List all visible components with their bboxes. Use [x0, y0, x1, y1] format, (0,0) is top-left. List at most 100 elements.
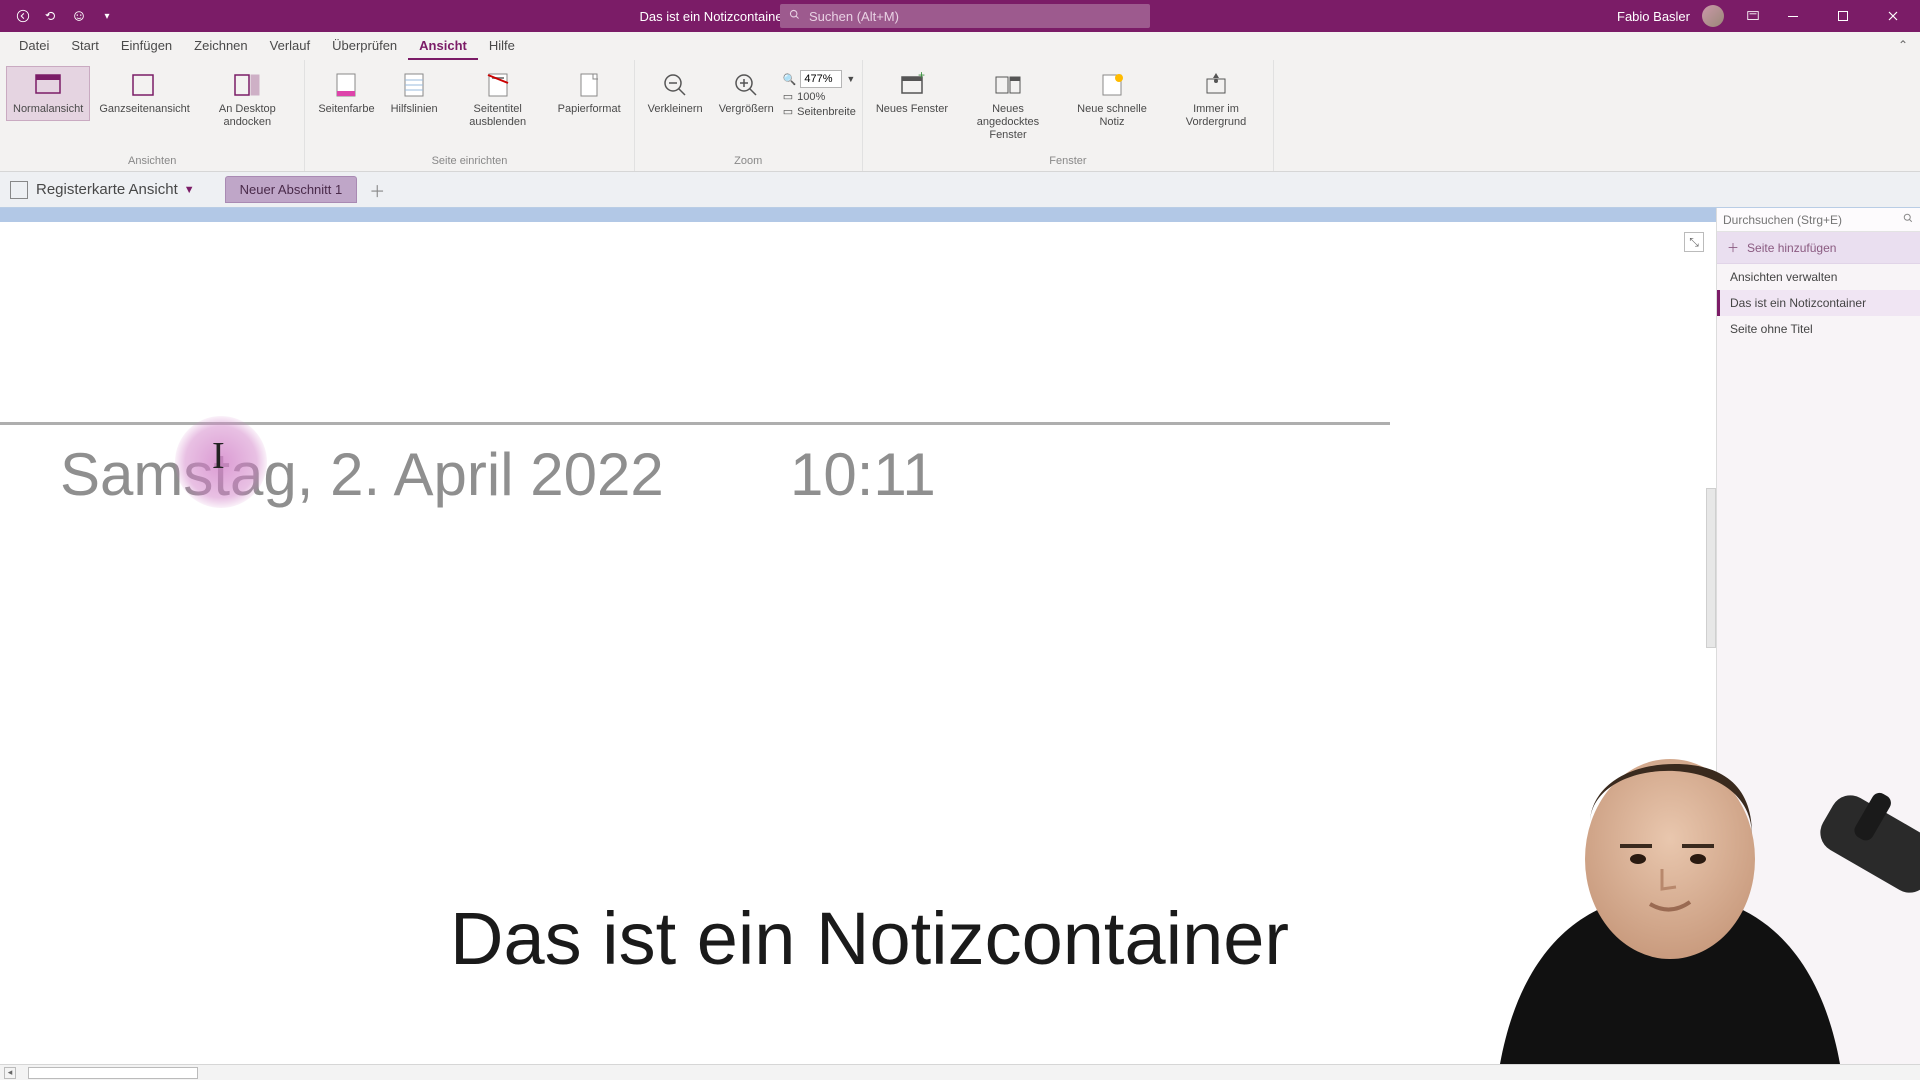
ribbon-quicknote-button[interactable]: Neue schnelle Notiz: [1061, 66, 1163, 134]
width-icon: ▭: [783, 105, 793, 118]
back-icon[interactable]: [14, 7, 32, 25]
ribbon-normal-label: Normalansicht: [13, 103, 83, 116]
title-bar: ▾ Das ist ein Notizcontainer - OneNote S…: [0, 0, 1920, 32]
zoom-value-row[interactable]: 🔍▼: [783, 70, 856, 88]
page-date[interactable]: Samstag, 2. April 2022: [60, 440, 664, 509]
page-list-item[interactable]: Seite ohne Titel: [1717, 316, 1920, 342]
ribbon-ontop-button[interactable]: Immer im Vordergrund: [1165, 66, 1267, 134]
horizontal-scrollbar[interactable]: [28, 1067, 198, 1079]
scroll-left-icon[interactable]: ◂: [4, 1067, 16, 1079]
notebook-bar: Registerkarte Ansicht ▼ Neuer Abschnitt …: [0, 172, 1920, 208]
section-tab[interactable]: Neuer Abschnitt 1: [225, 176, 358, 203]
search-placeholder: Suchen (Alt+M): [809, 9, 899, 24]
canvas-top-strip: [0, 208, 1716, 222]
ribbon-pagecolor-label: Seitenfarbe: [318, 103, 374, 116]
zoom-width-button[interactable]: ▭Seitenbreite: [783, 105, 856, 118]
ribbon-papersize-label: Papierformat: [558, 103, 621, 116]
menu-start[interactable]: Start: [60, 33, 109, 60]
add-page-button[interactable]: ＋ Seite hinzufügen: [1717, 232, 1920, 264]
expand-page-icon[interactable]: ⤡: [1684, 232, 1704, 252]
chevron-down-icon[interactable]: ▼: [846, 74, 855, 84]
notebook-dropdown-icon[interactable]: ▼: [184, 184, 195, 196]
newwin-icon: +: [898, 71, 926, 99]
page-icon: ▭: [783, 90, 793, 103]
search-box[interactable]: Suchen (Alt+M): [780, 4, 1150, 28]
menu-ansicht[interactable]: Ansicht: [408, 33, 478, 60]
ribbon-newdock-button[interactable]: Neues angedocktes Fenster: [957, 66, 1059, 148]
ribbon-papersize-button[interactable]: Papierformat: [551, 66, 628, 121]
dock-icon: [233, 71, 261, 99]
add-section-button[interactable]: ＋: [369, 178, 385, 202]
page-list-item[interactable]: Das ist ein Notizcontainer: [1717, 290, 1920, 316]
page-list-item[interactable]: Ansichten verwalten: [1717, 264, 1920, 290]
ribbon-group-label: Fenster: [1049, 155, 1086, 169]
menu-bar: DateiStartEinfügenZeichnenVerlaufÜberprü…: [0, 32, 1920, 60]
search-icon: [1902, 212, 1914, 227]
ontop-icon: [1202, 71, 1230, 99]
ribbon-group-zoom: Verkleinern Vergrößern 🔍▼ ▭100% ▭Seitenbreit…: [635, 60, 863, 171]
newdock-icon: [994, 71, 1022, 99]
notebook-title[interactable]: Registerkarte Ansicht: [36, 181, 178, 198]
ribbon-newdock-label: Neues angedocktes Fenster: [964, 103, 1052, 143]
touch-mode-icon[interactable]: [70, 7, 88, 25]
ribbon-rulelines-label: Hilfslinien: [391, 103, 438, 116]
menu-einfügen[interactable]: Einfügen: [110, 33, 183, 60]
menu-zeichnen[interactable]: Zeichnen: [183, 33, 258, 60]
pagecolor-icon: [332, 71, 360, 99]
user-name[interactable]: Fabio Basler: [1617, 9, 1690, 24]
rulelines-icon: [400, 71, 428, 99]
title-underline: [0, 422, 1390, 425]
ribbon-zoomin-button[interactable]: Vergrößern: [712, 66, 781, 121]
page-time[interactable]: 10:11: [790, 440, 936, 509]
qat-customize-icon[interactable]: ▾: [98, 7, 116, 25]
zoom-100-button[interactable]: ▭100%: [783, 90, 856, 103]
ribbon-group-label: Ansichten: [128, 155, 176, 169]
menu-datei[interactable]: Datei: [8, 33, 60, 60]
plus-icon: ＋: [1727, 239, 1739, 256]
menu-verlauf[interactable]: Verlauf: [259, 33, 321, 60]
ribbon-group-ansichten: Normalansicht Ganzseitenansicht An Desktop…: [0, 60, 305, 171]
presenter-webcam: [1380, 694, 1920, 1064]
vertical-scrollbar[interactable]: [1706, 488, 1716, 648]
ribbon-zoomout-button[interactable]: Verkleinern: [641, 66, 710, 121]
close-button[interactable]: [1874, 0, 1912, 32]
notebook-icon: [10, 181, 28, 199]
ribbon-ontop-label: Immer im Vordergrund: [1172, 103, 1260, 129]
ribbon-normal-button[interactable]: Normalansicht: [6, 66, 90, 121]
undo-icon[interactable]: [42, 7, 60, 25]
ribbon-fullpage-button[interactable]: Ganzseitenansicht: [92, 66, 194, 121]
ribbon-pagecolor-button[interactable]: Seitenfarbe: [311, 66, 381, 121]
papersize-icon: [575, 71, 603, 99]
ribbon-dock-label: An Desktop andocken: [203, 103, 291, 129]
ribbon-zoomin-label: Vergrößern: [719, 103, 774, 116]
minimize-button[interactable]: [1774, 0, 1812, 32]
ribbon-zoomout-label: Verkleinern: [648, 103, 703, 116]
ribbon-newwin-button[interactable]: +Neues Fenster: [869, 66, 955, 121]
ribbon-group-label: Seite einrichten: [432, 155, 508, 169]
hidetitle-icon: [484, 71, 512, 99]
ribbon: Normalansicht Ganzseitenansicht An Desktop…: [0, 60, 1920, 172]
ribbon-hidetitle-button[interactable]: Seitentitel ausblenden: [447, 66, 549, 134]
svg-text:+: +: [918, 71, 925, 82]
quicknote-icon: [1098, 71, 1126, 99]
note-body[interactable]: Das ist ein Notizcontainer: [450, 896, 1289, 981]
add-page-label: Seite hinzufügen: [1747, 241, 1836, 255]
ribbon-rulelines-button[interactable]: Hilfslinien: [384, 66, 445, 121]
collapse-ribbon-icon[interactable]: ⌃: [1898, 38, 1908, 52]
zoom-input[interactable]: [800, 70, 842, 88]
ribbon-display-icon[interactable]: [1744, 7, 1762, 25]
ribbon-group-label: Zoom: [734, 155, 762, 169]
page-search[interactable]: [1717, 208, 1920, 232]
status-bar: ◂: [0, 1064, 1920, 1080]
zoomin-icon: [732, 71, 760, 99]
normal-icon: [34, 71, 62, 99]
user-avatar[interactable]: [1702, 5, 1724, 27]
fullpage-icon: [129, 71, 157, 99]
page-search-input[interactable]: [1723, 213, 1896, 227]
menu-überprüfen[interactable]: Überprüfen: [321, 33, 408, 60]
ribbon-quicknote-label: Neue schnelle Notiz: [1068, 103, 1156, 129]
maximize-button[interactable]: [1824, 0, 1862, 32]
menu-hilfe[interactable]: Hilfe: [478, 33, 526, 60]
ribbon-group-seite-einrichten: Seitenfarbe Hilfslinien Seitentitel ausble…: [305, 60, 634, 171]
ribbon-dock-button[interactable]: An Desktop andocken: [196, 66, 298, 134]
